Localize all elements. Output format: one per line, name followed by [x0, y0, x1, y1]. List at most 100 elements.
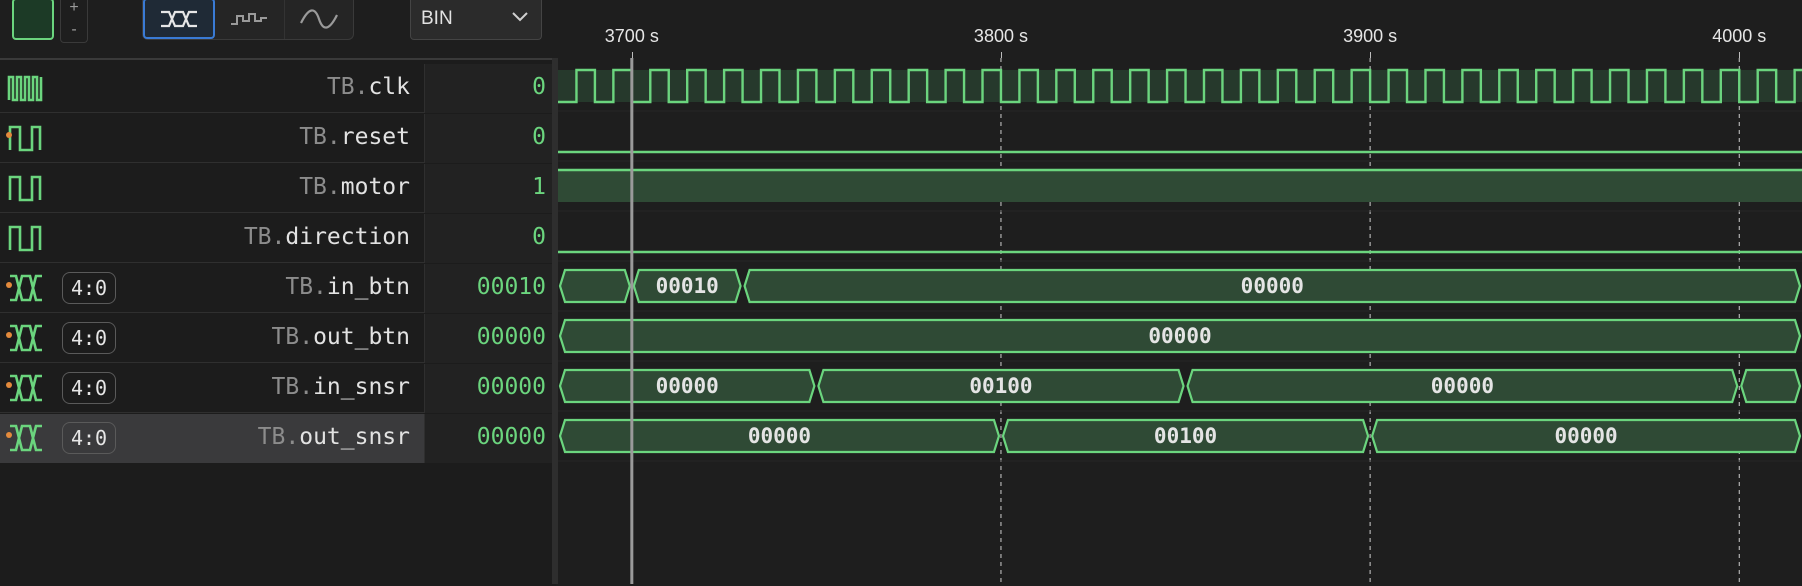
- bus-value-label: 00100: [1154, 424, 1217, 448]
- signal-value-cell: 1: [424, 164, 552, 213]
- signal-leaf-name: clk: [368, 74, 410, 100]
- bit-width-badge: 4:0: [62, 422, 116, 454]
- signal-name: TB.out_btn: [272, 324, 410, 350]
- signal-scope: TB.: [257, 424, 300, 450]
- signal-value: 00000: [476, 424, 546, 450]
- signal-name: TB.in_snsr: [272, 374, 410, 400]
- signal-row-in-snsr[interactable]: 4:0 TB.in_snsr 00000: [0, 364, 552, 413]
- signal-type-icon: [6, 373, 46, 408]
- signal-marker-dot: [6, 132, 12, 138]
- bus-value-label: 00000: [656, 374, 719, 398]
- signal-value: 0: [532, 124, 546, 150]
- bus-value-label: 00010: [656, 274, 719, 298]
- bus-value-label: 00000: [1554, 424, 1617, 448]
- time-ruler[interactable]: 3700 s 3800 s 3900 s 4000 s: [560, 0, 1802, 60]
- ruler-tick-label: 4000 s: [1712, 26, 1767, 46]
- signal-leaf-name: direction: [285, 224, 410, 250]
- zoom-out-button[interactable]: -: [61, 20, 87, 40]
- bit-width-badge: 4:0: [62, 322, 116, 354]
- bus-signal-icon: [10, 374, 42, 402]
- radix-select[interactable]: BIN: [410, 0, 542, 40]
- bus-style-button[interactable]: [143, 0, 216, 39]
- clock-high-fill: [558, 70, 1802, 102]
- step-wave-icon: [231, 12, 268, 25]
- signal-row-out-btn[interactable]: 4:0 TB.out_btn 00000: [0, 314, 552, 363]
- bit-signal-icon: [8, 225, 42, 252]
- signal-scope: TB.: [299, 174, 341, 200]
- signal-row-clk[interactable]: TB.clk 0: [0, 64, 552, 113]
- signal-row-direction[interactable]: TB.direction 0: [0, 214, 552, 263]
- signal-value-cell: 0: [424, 114, 552, 163]
- zoom-in-button[interactable]: +: [61, 0, 87, 18]
- signal-type-icon: [6, 73, 46, 108]
- signal-value: 0: [532, 74, 546, 100]
- signal-name: TB.in_btn: [285, 274, 410, 300]
- chevron-down-icon: [512, 12, 528, 22]
- analog-style-button[interactable]: [285, 0, 353, 39]
- toolbar: + - BIN 3700 s 3800 s 3900 s 4000 s: [0, 0, 1802, 60]
- signal-scope: TB.: [271, 374, 314, 400]
- signal-type-icon: [6, 273, 46, 308]
- bus-value-label: 00000: [1241, 274, 1304, 298]
- signal-leaf-name: out_snsr: [299, 424, 410, 450]
- signal-value: 00000: [476, 324, 546, 350]
- bit-width-badge: 4:0: [62, 372, 116, 404]
- bus-signal-icon: [10, 424, 42, 452]
- signal-value-cell: 00000: [424, 414, 552, 463]
- waveform-canvas: 00010 00000 00000 00000 00100 00000 00000 00100…: [558, 58, 1802, 584]
- signal-name-cell: TB.motor: [0, 164, 424, 213]
- signal-value: 0: [532, 224, 546, 250]
- signal-value: 00010: [476, 274, 546, 300]
- bus-signal-icon: [10, 324, 42, 352]
- waveform-view[interactable]: 00010 00000 00000 00000 00100 00000 00000 00100…: [558, 58, 1802, 584]
- signal-name-cell: 4:0 TB.in_snsr: [0, 364, 424, 413]
- signal-name: TB.clk: [327, 74, 410, 100]
- bit-high-fill: [558, 170, 1802, 202]
- signal-leaf-name: motor: [340, 174, 410, 200]
- signal-type-icon: [6, 223, 46, 258]
- ruler-tick-label: 3800 s: [973, 26, 1028, 46]
- ruler-tick-label: 3700 s: [604, 26, 659, 46]
- bit-signal-icon: [8, 175, 42, 202]
- signal-value: 00000: [476, 374, 546, 400]
- signal-value-cell: 00000: [424, 314, 552, 363]
- signal-name-cell: TB.clk: [0, 64, 424, 113]
- clock-signal-icon: [7, 75, 43, 102]
- signal-name-cell: 4:0 TB.out_snsr: [0, 414, 424, 463]
- signal-marker-dot: [6, 382, 12, 388]
- bus-signal-icon: [10, 274, 42, 302]
- analog-wave-icon: [299, 8, 338, 29]
- signal-row-out-snsr[interactable]: 4:0 TB.out_snsr 00000: [0, 414, 552, 463]
- step-style-button[interactable]: [215, 0, 285, 39]
- signal-marker-dot: [6, 432, 12, 438]
- signal-marker-dot: [6, 332, 12, 338]
- bus-segment: [1740, 368, 1802, 404]
- signal-color-swatch[interactable]: [12, 0, 54, 40]
- signal-scope: TB.: [299, 124, 341, 150]
- zoom-stepper: + -: [60, 0, 88, 43]
- signal-value: 1: [532, 174, 546, 200]
- signal-leaf-name: in_snsr: [313, 374, 410, 400]
- signal-type-icon: [6, 123, 46, 158]
- signal-name: TB.reset: [299, 124, 410, 150]
- signal-type-icon: [6, 423, 46, 458]
- signal-value-cell: 00010: [424, 264, 552, 313]
- signal-row-reset[interactable]: TB.reset 0: [0, 114, 552, 163]
- signal-leaf-name: in_btn: [326, 274, 410, 300]
- radix-select-value: BIN: [421, 7, 453, 29]
- bus-wave-icon: [161, 10, 198, 27]
- signal-list: TB.clk 0 TB.reset 0 TB.motor 1 TB.direction 0 4:…: [0, 58, 556, 586]
- bus-value-label: 00000: [748, 424, 811, 448]
- signal-row-motor[interactable]: TB.motor 1: [0, 164, 552, 213]
- signal-value-cell: 00000: [424, 364, 552, 413]
- ruler-tick-label: 3900 s: [1343, 26, 1398, 46]
- signal-name: TB.out_snsr: [258, 424, 410, 450]
- signal-scope: TB.: [285, 274, 327, 300]
- bit-width-badge: 4:0: [62, 272, 116, 304]
- signal-row-in-btn[interactable]: 4:0 TB.in_btn 00010: [0, 264, 552, 313]
- signal-name-cell: TB.reset: [0, 114, 424, 163]
- signal-name-cell: TB.direction: [0, 214, 424, 263]
- signal-name-cell: 4:0 TB.in_btn: [0, 264, 424, 313]
- wave-style-toggle-group: [142, 0, 354, 40]
- signal-scope: TB.: [243, 224, 286, 250]
